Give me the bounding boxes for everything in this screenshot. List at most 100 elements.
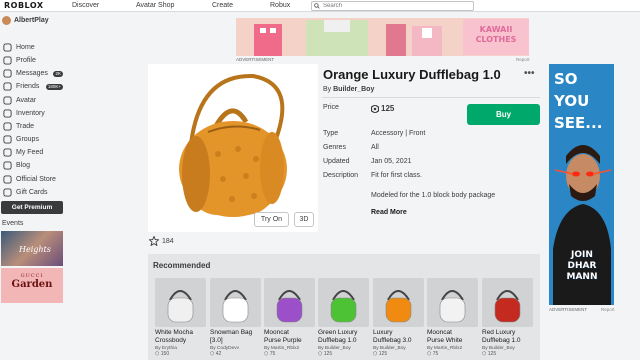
- 3d-view-button[interactable]: 3D: [294, 212, 314, 227]
- nav-create[interactable]: Create: [212, 2, 233, 9]
- ad-report-link[interactable]: Report: [516, 57, 530, 62]
- messages-icon: [3, 69, 12, 78]
- recommended-item-card[interactable]: Mooncat Purse Purple By Martin_Rblx2 ⬡ 75: [264, 278, 315, 357]
- recommended-item-name[interactable]: Luxury Dufflebag 3.0: [373, 329, 424, 345]
- updated-label: Updated: [323, 158, 350, 165]
- notification-badge: 2K: [53, 70, 63, 77]
- sidebar-item-my-feed[interactable]: My Feed: [3, 148, 65, 157]
- nav-avatar-shop[interactable]: Avatar Shop: [136, 2, 174, 9]
- sidebar-item-label: Profile: [16, 57, 36, 64]
- try-on-button[interactable]: Try On: [254, 212, 289, 227]
- updated-value: Jan 05, 2021: [371, 158, 412, 165]
- read-more-link[interactable]: Read More: [371, 209, 407, 216]
- creator-link[interactable]: Builder_Boy: [333, 86, 374, 93]
- recommended-title: Recommended: [153, 261, 211, 270]
- inventory-icon: [3, 109, 12, 118]
- username: AlbertPlay: [14, 17, 49, 24]
- avatar-icon: [3, 96, 12, 105]
- recommended-item-card[interactable]: Snowman Bag [3.0] By CodyDevv ⬡ 42: [210, 278, 261, 357]
- recommended-item-thumbnail[interactable]: [427, 278, 478, 327]
- recommended-item-thumbnail[interactable]: [318, 278, 369, 327]
- price-value: 125: [381, 104, 395, 113]
- sidebar-item-blog[interactable]: Blog: [3, 161, 65, 170]
- nav-discover[interactable]: Discover: [72, 2, 99, 9]
- sidebar: AlbertPlay: [0, 13, 66, 360]
- item-thumbnail[interactable]: [148, 64, 318, 232]
- sidebar-item-label: Inventory: [16, 110, 45, 117]
- event-banner-heights[interactable]: Heights: [1, 231, 63, 266]
- favorite-count: 184: [162, 237, 174, 245]
- ad-label: ADVERTISEMENT: [549, 307, 588, 312]
- avatar: [2, 16, 11, 25]
- price-label: Price: [323, 104, 339, 111]
- recommended-item-thumbnail[interactable]: [264, 278, 315, 327]
- recommended-item-thumbnail[interactable]: [155, 278, 206, 327]
- recommended-item-name[interactable]: Red Luxury Dufflebag 1.0: [482, 329, 533, 345]
- bag-thumbnail-image: [222, 290, 249, 323]
- type-value[interactable]: Accessory | Front: [371, 130, 425, 137]
- sidebar-item-label: Blog: [16, 162, 31, 169]
- sidebar-item-messages[interactable]: Messages 2K: [3, 69, 65, 78]
- item-creator: By Builder_Boy: [323, 86, 375, 93]
- sidebar-item-label: Trade: [16, 123, 35, 130]
- sidebar-user[interactable]: AlbertPlay: [2, 16, 49, 25]
- description-line1: Fit for first class.: [371, 172, 422, 179]
- recommended-item-name[interactable]: White Mocha Crossbody: [155, 329, 206, 345]
- sidebar-item-official-store[interactable]: Official Store: [3, 175, 65, 184]
- sidebar-item-friends[interactable]: Friends 180K+: [3, 82, 65, 91]
- search-icon[interactable]: [314, 3, 320, 9]
- roblox-logo[interactable]: ROBLOX: [4, 1, 62, 10]
- sidebar-item-label: Gift Cards: [16, 189, 48, 196]
- nav-robux[interactable]: Robux: [270, 2, 290, 9]
- store-icon: [3, 175, 12, 184]
- search-box[interactable]: [311, 1, 474, 11]
- genres-value[interactable]: All: [371, 144, 379, 151]
- type-label: Type: [323, 130, 339, 137]
- side-advertisement[interactable]: SO YOU SEE... JOIN DHAR MANN: [549, 64, 614, 305]
- recommended-item-card[interactable]: Green Luxury Dufflebag 1.0 By Builder_Boy ⬡…: [318, 278, 369, 357]
- event-banner-gucci-garden[interactable]: GUCCI Garden: [1, 268, 63, 303]
- recommended-item-name[interactable]: Mooncat Purse White: [427, 329, 478, 345]
- recommended-item-card[interactable]: Mooncat Purse White By Martin_Rblx2 ⬡ 75: [427, 278, 478, 357]
- profile-icon: [3, 56, 12, 65]
- recommended-item-name[interactable]: Green Luxury Dufflebag 1.0: [318, 329, 369, 345]
- recommended-item-thumbnail[interactable]: [482, 278, 533, 327]
- sidebar-item-trade[interactable]: Trade: [3, 122, 65, 131]
- sidebar-item-label: My Feed: [16, 149, 44, 156]
- sidebar-item-avatar[interactable]: Avatar: [3, 96, 65, 105]
- item-price: 125: [371, 104, 394, 113]
- sidebar-item-profile[interactable]: Profile: [3, 56, 65, 65]
- recommended-item-price: ⬡ 125: [373, 351, 388, 357]
- sidebar-item-inventory[interactable]: Inventory: [3, 109, 65, 118]
- star-icon[interactable]: [149, 236, 159, 246]
- dufflebag-image: [179, 73, 287, 217]
- home-icon: [3, 43, 12, 52]
- buy-button[interactable]: Buy: [467, 104, 540, 125]
- sidebar-item-groups[interactable]: Groups: [3, 135, 65, 144]
- sidebar-item-home[interactable]: Home: [3, 43, 65, 52]
- recommended-item-card[interactable]: Red Luxury Dufflebag 1.0 By Builder_Boy ⬡ 1…: [482, 278, 533, 357]
- ad-report-link[interactable]: Report: [601, 307, 615, 312]
- description-line2: Modeled for the 1.0 block body package: [371, 192, 496, 199]
- recommended-item-thumbnail[interactable]: [373, 278, 424, 327]
- recommended-item-card[interactable]: White Mocha Crossbody By Erythia ⬡ 150: [155, 278, 206, 357]
- recommended-item-name[interactable]: Mooncat Purse Purple: [264, 329, 315, 345]
- get-premium-button[interactable]: Get Premium: [1, 201, 63, 214]
- events-label: Events: [2, 220, 24, 227]
- sidebar-item-gift-cards[interactable]: Gift Cards: [3, 188, 65, 197]
- recommended-item-price: ⬡ 125: [318, 351, 333, 357]
- recommended-item-card[interactable]: Luxury Dufflebag 3.0 By Builder_Boy ⬡ 125: [373, 278, 424, 357]
- robux-icon: [371, 104, 379, 113]
- favorite-button[interactable]: 184: [149, 236, 174, 246]
- search-input[interactable]: [323, 3, 463, 9]
- sidebar-item-label: Friends: [16, 83, 40, 90]
- sidebar-item-label: Official Store: [16, 176, 56, 183]
- trade-icon: [3, 122, 12, 131]
- sidebar-item-label: Groups: [16, 136, 39, 143]
- recommended-item-price: ⬡ 42: [210, 351, 222, 357]
- item-title: Orange Luxury Dufflebag 1.0: [323, 67, 501, 82]
- more-options-icon[interactable]: •••: [524, 68, 535, 79]
- recommended-item-thumbnail[interactable]: [210, 278, 261, 327]
- bag-thumbnail-image: [439, 290, 466, 323]
- recommended-item-name[interactable]: Snowman Bag [3.0]: [210, 329, 261, 345]
